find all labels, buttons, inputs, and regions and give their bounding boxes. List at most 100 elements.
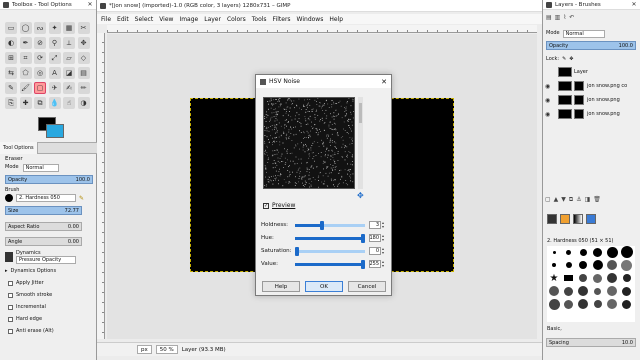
- brush-item[interactable]: [591, 259, 605, 272]
- lock-position-icon[interactable]: ✥: [569, 56, 573, 62]
- pencil-tool-icon[interactable]: ✎: [5, 82, 17, 94]
- measure-tool-icon[interactable]: ⟂: [63, 37, 75, 49]
- new-layer-icon[interactable]: ▢: [545, 196, 551, 206]
- brush-item[interactable]: [620, 298, 634, 311]
- layer-item[interactable]: ◉ jon snow.png co: [545, 80, 639, 92]
- size-slider[interactable]: Size 72.77: [5, 206, 82, 215]
- scale-tool-icon[interactable]: ⤢: [48, 52, 61, 64]
- bucket-fill-tool-icon[interactable]: ◪: [63, 67, 75, 79]
- brush-item[interactable]: [605, 272, 619, 285]
- brush-item[interactable]: [591, 272, 605, 285]
- menu-view[interactable]: View: [159, 16, 173, 23]
- scissors-tool-icon[interactable]: ✂: [77, 22, 90, 34]
- dynamics-icon[interactable]: [5, 252, 13, 262]
- brush-tag-filter[interactable]: Basic,: [547, 326, 562, 332]
- rect-select-tool-icon[interactable]: ▭: [5, 22, 17, 34]
- brushes-tab-icon[interactable]: [547, 214, 557, 224]
- zoom-tool-icon[interactable]: ⚲: [48, 37, 61, 49]
- text-tool-icon[interactable]: A: [48, 67, 61, 79]
- menu-windows[interactable]: Windows: [297, 16, 324, 23]
- dodge-burn-tool-icon[interactable]: ◑: [77, 97, 90, 109]
- brush-item[interactable]: [591, 298, 605, 311]
- brush-item[interactable]: [576, 246, 590, 259]
- hue-slider[interactable]: [295, 233, 365, 243]
- slider-thumb[interactable]: [361, 233, 365, 243]
- brush-item[interactable]: [605, 259, 619, 272]
- brush-item[interactable]: [591, 246, 605, 259]
- delete-layer-icon[interactable]: 🗑: [593, 196, 601, 206]
- eye-icon[interactable]: ◉: [545, 83, 553, 90]
- mask-layer-icon[interactable]: ◨: [585, 196, 591, 206]
- blur-tool-icon[interactable]: 💧: [48, 97, 61, 109]
- ok-button[interactable]: OK: [305, 281, 343, 292]
- hard-edge-checkbox[interactable]: Hard edge: [8, 315, 42, 323]
- close-icon[interactable]: ✕: [84, 1, 96, 8]
- blend-tool-icon[interactable]: ▤: [77, 67, 90, 79]
- fuzzy-select-tool-icon[interactable]: ✦: [48, 22, 61, 34]
- warp-tool-icon[interactable]: ◎: [34, 67, 46, 79]
- patterns-tab-icon[interactable]: [560, 214, 570, 224]
- aspect-ratio-slider[interactable]: Aspect Ratio 0.00: [5, 222, 82, 231]
- channels-tab-icon[interactable]: ▥: [555, 14, 561, 21]
- preview-scrollbar[interactable]: [358, 97, 363, 189]
- lock-pixels-icon[interactable]: ✎: [562, 56, 566, 62]
- menu-tools[interactable]: Tools: [252, 16, 267, 23]
- align-tool-icon[interactable]: ⊞: [5, 52, 17, 64]
- brush-item[interactable]: [576, 298, 590, 311]
- brush-item[interactable]: [547, 259, 561, 272]
- eraser-tool-icon[interactable]: ▢: [34, 82, 46, 94]
- navigate-icon[interactable]: ✥: [357, 191, 364, 200]
- brush-item[interactable]: [562, 298, 576, 311]
- anti-erase-checkbox[interactable]: Anti erase (Alt): [8, 327, 54, 335]
- tab-tool-options[interactable]: Tool Options: [0, 142, 38, 154]
- preview-checkbox[interactable]: ✓ Preview: [263, 202, 295, 209]
- menu-colors[interactable]: Colors: [227, 16, 246, 23]
- spin-arrows-icon[interactable]: ▴ ▾: [381, 247, 385, 255]
- foreground-select-tool-icon[interactable]: ◐: [5, 37, 17, 49]
- apply-jitter-checkbox[interactable]: Apply Jitter: [8, 279, 44, 287]
- menu-help[interactable]: Help: [329, 16, 343, 23]
- horizontal-ruler[interactable]: [107, 25, 537, 33]
- layer-mode-select[interactable]: Normal: [562, 30, 605, 38]
- holdness-slider[interactable]: [295, 220, 365, 230]
- paths-tab-icon[interactable]: ⌇: [563, 14, 566, 21]
- spin-arrows-icon[interactable]: ▴ ▾: [381, 234, 385, 242]
- mypaint-brush-tool-icon[interactable]: ✏: [77, 82, 90, 94]
- incremental-checkbox[interactable]: Incremental: [8, 303, 46, 311]
- layer-opacity-slider[interactable]: Opacity 100.0: [546, 41, 636, 50]
- slider-thumb[interactable]: [320, 220, 324, 230]
- paths-tool-icon[interactable]: ✒: [19, 37, 32, 49]
- smooth-stroke-checkbox[interactable]: Smooth stroke: [8, 291, 52, 299]
- fonts-tab-icon[interactable]: [586, 214, 596, 224]
- brush-item[interactable]: [605, 298, 619, 311]
- brush-item[interactable]: [620, 272, 634, 285]
- value-slider[interactable]: [295, 259, 365, 269]
- brush-item[interactable]: [547, 285, 561, 298]
- brush-item[interactable]: [591, 285, 605, 298]
- edit-brush-icon[interactable]: ✎: [79, 195, 84, 202]
- spin-arrows-icon[interactable]: ▴ ▾: [381, 221, 385, 229]
- layer-item[interactable]: Layer: [545, 66, 639, 78]
- shear-tool-icon[interactable]: ▱: [63, 52, 75, 64]
- unit-select[interactable]: px: [137, 345, 152, 354]
- airbrush-tool-icon[interactable]: ✈: [48, 82, 61, 94]
- holdness-value[interactable]: 3: [369, 221, 381, 229]
- menu-select[interactable]: Select: [135, 16, 154, 23]
- menu-filters[interactable]: Filters: [273, 16, 291, 23]
- value-value[interactable]: 255: [369, 260, 381, 268]
- layer-item[interactable]: ◉ jon snow.png: [545, 108, 639, 120]
- brush-item[interactable]: [620, 285, 634, 298]
- brush-preview-icon[interactable]: [5, 194, 13, 202]
- saturation-value[interactable]: 0: [369, 247, 381, 255]
- layers-tab-icon[interactable]: ▤: [546, 14, 552, 21]
- saturation-slider[interactable]: [295, 246, 365, 256]
- dynamics-field[interactable]: Pressure Opacity: [16, 256, 76, 264]
- background-color-swatch[interactable]: [46, 124, 64, 138]
- move-tool-icon[interactable]: ✥: [77, 37, 90, 49]
- brush-item[interactable]: [547, 298, 561, 311]
- undo-tab-icon[interactable]: ↶: [569, 14, 574, 21]
- color-picker-tool-icon[interactable]: ⊘: [34, 37, 46, 49]
- duplicate-layer-icon[interactable]: ⧉: [569, 196, 573, 206]
- rotate-tool-icon[interactable]: ⟳: [34, 52, 46, 64]
- angle-slider[interactable]: Angle 0.00: [5, 237, 82, 246]
